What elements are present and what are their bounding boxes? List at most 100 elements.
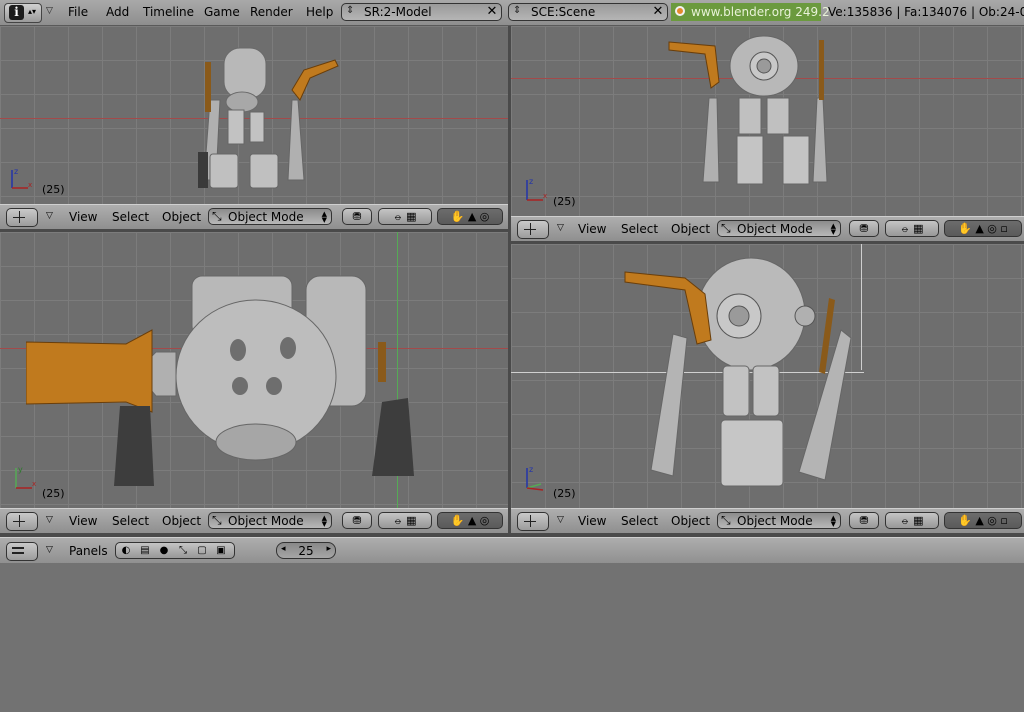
script-icon[interactable]: ▤: [137, 544, 153, 558]
viewport-header-1: ▽ View Select Object ⤡ Object Mode ▲ ▼ ⛃ …: [0, 204, 508, 230]
buttons-window-area: [0, 563, 1024, 712]
menu-object[interactable]: Object: [162, 210, 201, 224]
axis-gizmo: z: [526, 465, 544, 491]
info-header: i ▴▾ ▽ File Add Timeline Game Render Hel…: [0, 0, 1024, 26]
collapse-triangle-icon[interactable]: ▽: [46, 211, 53, 221]
pivot-snap-buttons[interactable]: ⦵ ▦: [378, 208, 432, 225]
window-type-button[interactable]: [6, 208, 38, 227]
draw-type-button[interactable]: ⛃: [849, 220, 879, 237]
scene-stats: Ve:135836 | Fa:134076 | Ob:24-0: [828, 5, 1024, 19]
context-buttons[interactable]: ◐ ▤ ● ⤡ ▢ ▣: [115, 542, 235, 559]
3d-viewport-top[interactable]: y x (25): [0, 232, 508, 508]
updown-arrows-icon: ▴▾: [28, 7, 37, 16]
axis-gizmo: z x: [11, 167, 32, 189]
version-text: www.blender.org 249.2: [691, 5, 830, 19]
3d-viewport-persp[interactable]: z x (25): [511, 26, 1024, 216]
object-mode-icon: ⤡: [212, 209, 222, 223]
window-divider[interactable]: [508, 26, 511, 536]
svg-text:z: z: [529, 465, 533, 474]
manipulator-buttons[interactable]: ✋ ▲ ◎: [437, 208, 503, 225]
menu-select[interactable]: Select: [112, 514, 149, 528]
info-icon: i: [9, 5, 24, 20]
menu-render[interactable]: Render: [250, 5, 293, 19]
panels-menu[interactable]: Panels: [69, 544, 108, 558]
collapse-triangle-icon[interactable]: ▽: [557, 515, 564, 525]
object-icon[interactable]: ⤡: [175, 544, 191, 558]
window-type-selector[interactable]: i ▴▾: [4, 3, 42, 23]
mode-label: Object Mode: [228, 514, 304, 528]
frame-number: (25): [553, 487, 576, 500]
window-type-button[interactable]: [517, 512, 549, 531]
screen-name[interactable]: SR:2-Model: [364, 5, 432, 19]
scene-name[interactable]: SCE:Scene: [531, 5, 595, 19]
collapse-triangle-icon[interactable]: ▽: [46, 545, 53, 555]
updown-arrows-icon: ▲ ▼: [830, 222, 836, 236]
frame-number: (25): [42, 487, 65, 500]
mode-label: Object Mode: [737, 514, 813, 528]
menu-object[interactable]: Object: [671, 514, 710, 528]
frame-field[interactable]: ◂ 25 ▸: [276, 542, 336, 559]
shading-icon[interactable]: ●: [156, 544, 172, 558]
menu-select[interactable]: Select: [621, 222, 658, 236]
draw-type-button[interactable]: ⛃: [342, 208, 372, 225]
manipulator-buttons[interactable]: ✋ ▲ ◎ ▫: [944, 512, 1022, 529]
updown-arrows-icon: ⇕: [513, 5, 522, 16]
menu-object[interactable]: Object: [671, 222, 710, 236]
mode-selector[interactable]: ⤡ Object Mode ▲ ▼: [208, 208, 332, 225]
menu-game[interactable]: Game: [204, 5, 240, 19]
window-type-button[interactable]: [6, 512, 38, 531]
window-type-button[interactable]: [517, 220, 549, 239]
collapse-triangle-icon[interactable]: ▽: [46, 6, 53, 16]
robot-model: [26, 275, 414, 486]
menu-view[interactable]: View: [578, 514, 606, 528]
menu-help[interactable]: Help: [306, 5, 333, 19]
robot-model: [668, 35, 828, 185]
close-icon[interactable]: ✕: [651, 5, 665, 19]
draw-type-button[interactable]: ⛃: [849, 512, 879, 529]
robot-model: [198, 47, 339, 189]
mode-selector[interactable]: ⤡ Object Mode ▲ ▼: [208, 512, 332, 529]
svg-text:x: x: [543, 192, 547, 200]
menu-add[interactable]: Add: [106, 5, 129, 19]
blender-version-badge: www.blender.org 249.2: [671, 3, 830, 21]
menu-view[interactable]: View: [69, 210, 97, 224]
window-divider[interactable]: [0, 229, 508, 232]
mode-selector[interactable]: ⤡ Object Mode ▲ ▼: [717, 220, 841, 237]
increment-arrow-icon[interactable]: ▸: [326, 544, 331, 554]
3d-viewport-front[interactable]: z x (25): [0, 26, 508, 204]
window-type-button[interactable]: [6, 542, 38, 561]
logic-icon[interactable]: ◐: [118, 544, 134, 558]
blender-logo-icon: [675, 6, 685, 16]
menu-file[interactable]: File: [68, 5, 88, 19]
manipulator-buttons[interactable]: ✋ ▲ ◎: [437, 512, 503, 529]
close-icon[interactable]: ✕: [485, 5, 499, 19]
scene-icon[interactable]: ▣: [213, 544, 229, 558]
svg-text:z: z: [14, 167, 18, 176]
frame-number: (25): [553, 195, 576, 208]
axis-gizmo: z x: [526, 177, 547, 201]
menu-view[interactable]: View: [69, 514, 97, 528]
screen-selector[interactable]: ⇕ SR:2-Model ✕: [341, 3, 502, 21]
menu-object[interactable]: Object: [162, 514, 201, 528]
mode-selector[interactable]: ⤡ Object Mode ▲ ▼: [717, 512, 841, 529]
3d-viewport-camera[interactable]: z (25): [511, 244, 1024, 508]
draw-type-button[interactable]: ⛃: [342, 512, 372, 529]
pivot-snap-buttons[interactable]: ⦵ ▦: [885, 220, 939, 237]
viewport-header-4: ▽ View Select Object ⤡ Object Mode ▲ ▼ ⛃ …: [511, 508, 1024, 534]
window-divider[interactable]: [511, 241, 1024, 244]
updown-arrows-icon: ▲ ▼: [830, 514, 836, 528]
scene-selector[interactable]: ⇕ SCE:Scene ✕: [508, 3, 668, 21]
menu-view[interactable]: View: [578, 222, 606, 236]
object-mode-icon: ⤡: [721, 221, 731, 235]
menu-select[interactable]: Select: [621, 514, 658, 528]
manipulator-buttons[interactable]: ✋ ▲ ◎ ▫: [944, 220, 1022, 237]
object-mode-icon: ⤡: [212, 513, 222, 527]
menu-timeline[interactable]: Timeline: [143, 5, 194, 19]
pivot-snap-buttons[interactable]: ⦵ ▦: [378, 512, 432, 529]
collapse-triangle-icon[interactable]: ▽: [46, 515, 53, 525]
menu-select[interactable]: Select: [112, 210, 149, 224]
updown-arrows-icon: ⇕: [346, 5, 355, 16]
pivot-snap-buttons[interactable]: ⦵ ▦: [885, 512, 939, 529]
collapse-triangle-icon[interactable]: ▽: [557, 223, 564, 233]
editing-icon[interactable]: ▢: [194, 544, 210, 558]
